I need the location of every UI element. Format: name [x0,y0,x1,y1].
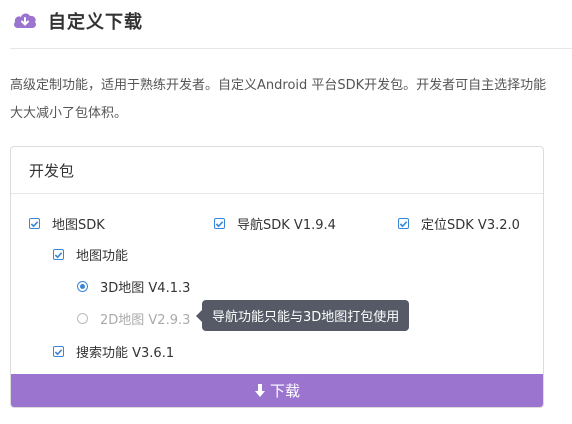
cloud-download-icon [12,10,38,32]
map-3d-label: 3D地图 V4.1.3 [100,281,191,296]
sdk-location-option[interactable]: 定位SDK V3.2.0 [398,214,520,233]
panel-title: 开发包 [11,147,543,194]
map-2d-option[interactable]: 2D地图 V2.9.3 [77,309,190,328]
header-divider [10,48,572,49]
search-feature-option[interactable]: 搜索功能 V3.6.1 [53,342,174,361]
map-2d-label: 2D地图 V2.9.3 [100,313,191,328]
radio-selected-icon[interactable] [77,281,88,292]
sdk-navigation-label: 导航SDK V1.9.4 [237,218,336,233]
map-feature-label: 地图功能 [76,249,129,264]
map-3d-option[interactable]: 3D地图 V4.1.3 [77,277,190,296]
download-label: 下载 [269,382,300,400]
page-header: 自定义下载 [12,6,143,36]
checkbox-checked-icon[interactable] [53,346,64,357]
description: 高级定制功能，适用于熟练开发者。自定义Android 平台SDK开发包。开发者可… [10,72,572,128]
map-feature-option[interactable]: 地图功能 [53,245,128,264]
search-feature-label: 搜索功能 V3.6.1 [76,346,175,361]
checkbox-checked-icon[interactable] [53,249,64,260]
tooltip: 导航功能只能与3D地图打包使用 [195,300,410,331]
sdk-package-panel: 开发包 地图SDK 导航SDK V1.9.4 定位SDK V3.2.0 地图功能… [10,146,544,408]
description-line-1: 高级定制功能，适用于熟练开发者。自定义Android 平台SDK开发包。开发者可… [10,78,547,93]
checkbox-checked-icon[interactable] [398,218,409,229]
download-button[interactable]: 下载 [11,374,543,407]
description-line-2: 大大减小了包体积。 [10,106,128,121]
sdk-map-label: 地图SDK [52,218,105,233]
sdk-navigation-option[interactable]: 导航SDK V1.9.4 [214,214,336,233]
sdk-map-option[interactable]: 地图SDK [29,214,105,233]
arrow-down-icon [254,383,265,397]
page-title: 自定义下载 [48,12,143,33]
radio-unselected-icon[interactable] [77,313,88,324]
checkbox-checked-icon[interactable] [29,218,40,229]
checkbox-checked-icon[interactable] [214,218,225,229]
sdk-location-label: 定位SDK V3.2.0 [421,218,520,233]
